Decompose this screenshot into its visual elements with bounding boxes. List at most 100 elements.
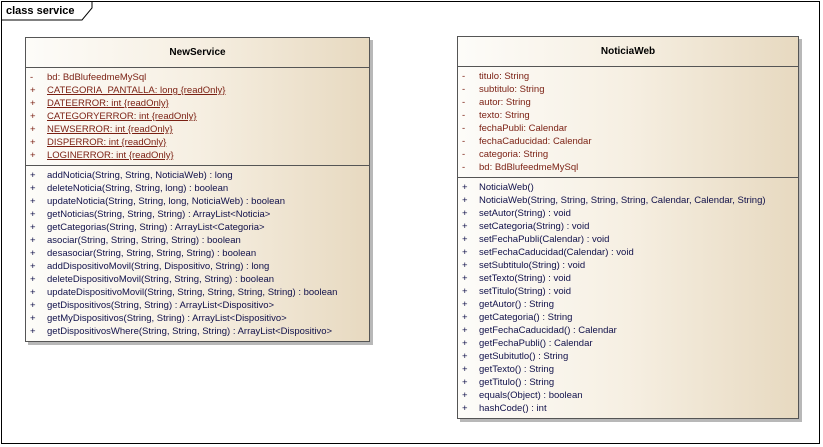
- visibility-marker: +: [30, 170, 36, 181]
- visibility-marker: -: [462, 84, 466, 95]
- operation-row[interactable]: + setFechaCaducidad(Calendar) : void: [458, 246, 798, 259]
- operation-text: setFechaPubli(Calendar) : void: [479, 234, 610, 245]
- visibility-marker: -: [462, 136, 466, 147]
- operation-row[interactable]: + getCategorias(String, String) : ArrayLi…: [26, 221, 369, 234]
- operation-row[interactable]: + setSubtitulo(String) : void: [458, 259, 798, 272]
- attribute-text: DISPERROR: int {readOnly}: [47, 137, 167, 148]
- operation-row[interactable]: + getMyDispositivos(String, String) : Arr…: [26, 312, 369, 325]
- operation-text: updateDispositivoMovil(String, String, S…: [47, 287, 338, 298]
- operation-row[interactable]: + NoticiaWeb(String, String, String, Stri…: [458, 194, 798, 207]
- visibility-marker: +: [30, 209, 36, 220]
- operation-row[interactable]: + getDispositivos(String, String) : Array…: [26, 299, 369, 312]
- visibility-marker: +: [462, 286, 468, 297]
- operation-row[interactable]: + setFechaPubli(Calendar) : void: [458, 233, 798, 246]
- operation-row[interactable]: + setAutor(String) : void: [458, 207, 798, 220]
- attribute-row[interactable]: + LOGINERROR: int {readOnly}: [26, 149, 369, 162]
- operation-row[interactable]: + deleteNoticia(String, String, long) : b…: [26, 182, 369, 195]
- operation-text: getDispositivos(String, String) : ArrayL…: [47, 300, 275, 311]
- operation-text: getFechaCaducidad() : Calendar: [479, 325, 617, 336]
- operation-row[interactable]: + getTitulo() : String: [458, 376, 798, 389]
- operations-section: + NoticiaWeb() + NoticiaWeb(String, String…: [458, 177, 798, 418]
- attribute-row[interactable]: - bd: BdBlufeedmeMySql: [26, 71, 369, 84]
- operation-row[interactable]: + getTexto() : String: [458, 363, 798, 376]
- attribute-row[interactable]: - fechaCaducidad: Calendar: [458, 135, 798, 148]
- operation-text: setTitulo(String) : void: [479, 286, 572, 297]
- operation-row[interactable]: + setCategoria(String) : void: [458, 220, 798, 233]
- visibility-marker: +: [30, 222, 36, 233]
- visibility-marker: -: [30, 72, 34, 83]
- visibility-marker: +: [30, 248, 36, 259]
- visibility-marker: +: [30, 111, 36, 122]
- attribute-row[interactable]: - autor: String: [458, 96, 798, 109]
- attribute-text: CATEGORYERROR: int {readOnly}: [47, 111, 197, 122]
- operation-text: getDispositivosWhere(String, String, Str…: [47, 326, 333, 337]
- visibility-marker: +: [30, 261, 36, 272]
- operation-row[interactable]: + hashCode() : int: [458, 402, 798, 415]
- operation-row[interactable]: + asociar(String, String, String, String)…: [26, 234, 369, 247]
- operation-row[interactable]: + setTitulo(String) : void: [458, 285, 798, 298]
- operation-row[interactable]: + getFechaCaducidad() : Calendar: [458, 324, 798, 337]
- operation-row[interactable]: + addDispositivoMovil(String, Dispositivo…: [26, 260, 369, 273]
- operation-text: getSubitutlo() : String: [479, 351, 569, 362]
- attribute-row[interactable]: + DISPERROR: int {readOnly}: [26, 136, 369, 149]
- visibility-marker: +: [30, 287, 36, 298]
- attribute-text: bd: BdBlufeedmeMySql: [479, 162, 579, 173]
- class-name: NewService: [26, 38, 369, 68]
- operation-row[interactable]: + deleteDispositivoMovil(String, String, …: [26, 273, 369, 286]
- attribute-row[interactable]: - categoria: String: [458, 148, 798, 161]
- visibility-marker: +: [462, 260, 468, 271]
- visibility-marker: +: [462, 273, 468, 284]
- operation-text: addNoticia(String, String, NoticiaWeb) :…: [47, 170, 233, 181]
- visibility-marker: +: [462, 299, 468, 310]
- operation-text: equals(Object) : boolean: [479, 390, 583, 401]
- attribute-row[interactable]: + NEWSERROR: int {readOnly}: [26, 123, 369, 136]
- attribute-row[interactable]: - subtitulo: String: [458, 83, 798, 96]
- operation-row[interactable]: + getAutor() : String: [458, 298, 798, 311]
- visibility-marker: -: [462, 149, 466, 160]
- visibility-marker: +: [30, 235, 36, 246]
- operation-row[interactable]: + getSubitutlo() : String: [458, 350, 798, 363]
- class-box-noticiaweb[interactable]: NoticiaWeb - titulo: String - subtitulo: S…: [457, 36, 799, 419]
- visibility-marker: +: [462, 208, 468, 219]
- operation-text: getAutor() : String: [479, 299, 554, 310]
- operation-text: getNoticias(String, String, String) : Ar…: [47, 209, 271, 220]
- operation-text: getCategoria() : String: [479, 312, 573, 323]
- operation-row[interactable]: + setTexto(String) : void: [458, 272, 798, 285]
- attribute-row[interactable]: - titulo: String: [458, 70, 798, 83]
- attribute-row[interactable]: - texto: String: [458, 109, 798, 122]
- operation-row[interactable]: + getFechaPubli() : Calendar: [458, 337, 798, 350]
- class-box-newservice[interactable]: NewService - bd: BdBlufeedmeMySql + CATEGO…: [25, 37, 370, 342]
- visibility-marker: +: [462, 182, 468, 193]
- attribute-row[interactable]: + CATEGORIA_PANTALLA: long {readOnly}: [26, 84, 369, 97]
- attribute-text: subtitulo: String: [479, 84, 545, 95]
- attribute-row[interactable]: + CATEGORYERROR: int {readOnly}: [26, 110, 369, 123]
- visibility-marker: +: [30, 124, 36, 135]
- operation-row[interactable]: + desasociar(String, String, String, Stri…: [26, 247, 369, 260]
- operation-text: NoticiaWeb(String, String, String, Strin…: [479, 195, 766, 206]
- visibility-marker: +: [462, 247, 468, 258]
- operation-row[interactable]: + getDispositivosWhere(String, String, St…: [26, 325, 369, 338]
- attribute-row[interactable]: - fechaPubli: Calendar: [458, 122, 798, 135]
- attribute-text: titulo: String: [479, 71, 530, 82]
- operation-row[interactable]: + getNoticias(String, String, String) : A…: [26, 208, 369, 221]
- operation-row[interactable]: + addNoticia(String, String, NoticiaWeb) …: [26, 169, 369, 182]
- attribute-text: NEWSERROR: int {readOnly}: [47, 124, 173, 135]
- operation-row[interactable]: + updateNoticia(String, String, long, Not…: [26, 195, 369, 208]
- visibility-marker: +: [30, 98, 36, 109]
- visibility-marker: +: [462, 195, 468, 206]
- visibility-marker: +: [30, 137, 36, 148]
- attribute-row[interactable]: + DATEERROR: int {readOnly}: [26, 97, 369, 110]
- operation-text: getTitulo() : String: [479, 377, 555, 388]
- operation-text: updateNoticia(String, String, long, Noti…: [47, 196, 285, 207]
- operation-row[interactable]: + equals(Object) : boolean: [458, 389, 798, 402]
- operation-row[interactable]: + NoticiaWeb(): [458, 181, 798, 194]
- operation-text: setAutor(String) : void: [479, 208, 571, 219]
- attribute-row[interactable]: - bd: BdBlufeedmeMySql: [458, 161, 798, 174]
- attributes-section: - bd: BdBlufeedmeMySql + CATEGORIA_PANTALL…: [26, 68, 369, 165]
- visibility-marker: +: [462, 390, 468, 401]
- operation-row[interactable]: + getCategoria() : String: [458, 311, 798, 324]
- visibility-marker: -: [462, 97, 466, 108]
- attribute-text: texto: String: [479, 110, 530, 121]
- operation-row[interactable]: + updateDispositivoMovil(String, String, …: [26, 286, 369, 299]
- visibility-marker: -: [462, 110, 466, 121]
